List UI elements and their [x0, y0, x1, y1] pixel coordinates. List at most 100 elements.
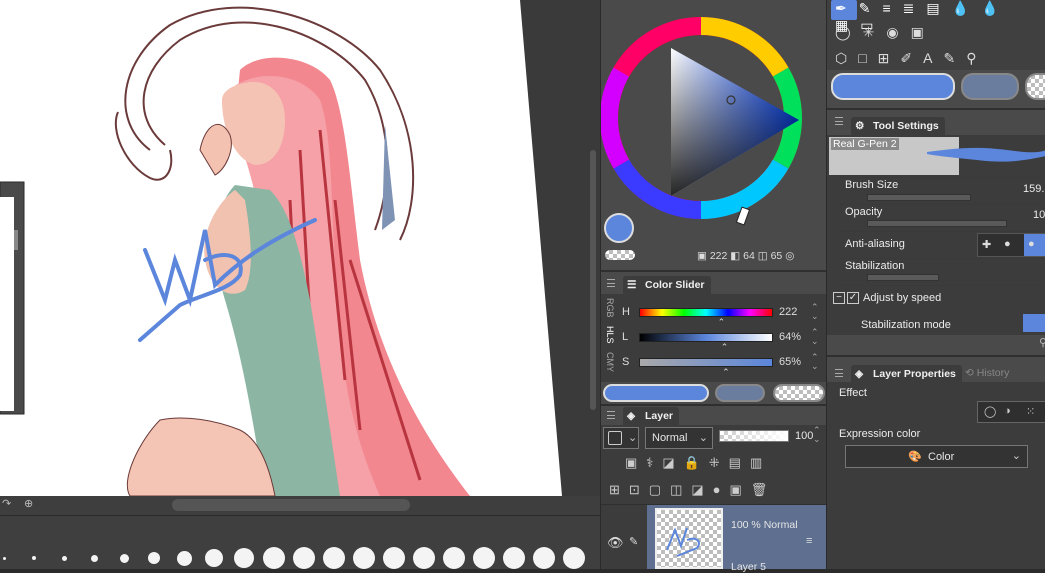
- stabilization-mode-button[interactable]: [1023, 314, 1045, 332]
- antialiasing-options[interactable]: ✚ ● ●: [977, 233, 1045, 257]
- hue-readout: 222: [709, 250, 728, 262]
- opacity-label: Opacity: [845, 206, 883, 218]
- brush-size-dot[interactable]: [176, 550, 192, 566]
- expression-color-label: Expression color: [839, 428, 921, 440]
- color-slider-track[interactable]: [639, 308, 773, 317]
- transparent-color-chip[interactable]: [773, 384, 825, 402]
- slider-stepper[interactable]: ⌃ ⌄: [811, 303, 819, 321]
- effect-label: Effect: [839, 387, 867, 399]
- brush-size-dot[interactable]: [503, 547, 525, 569]
- brush-size-dot[interactable]: [263, 547, 285, 569]
- tab-tool-settings[interactable]: ⚙ Tool Settings: [851, 117, 945, 135]
- layer-row[interactable]: 👁 ✎ 100 % Normal Layer 5 ≡: [601, 505, 827, 573]
- brush-size-dot[interactable]: [61, 555, 67, 561]
- panel-menu-icon[interactable]: [835, 369, 843, 377]
- canvas-horizontal-scrollbar[interactable]: ↷ ⊕: [0, 496, 600, 515]
- tab-layer[interactable]: ◈ Layer: [623, 407, 680, 425]
- brush-size-dot[interactable]: [473, 547, 495, 569]
- slider-knob[interactable]: ⌃: [721, 342, 729, 353]
- brush-size-palette: [0, 515, 600, 569]
- layer-toolbar-row2[interactable]: ⊞⊡▢◫◪●▣🗑: [609, 482, 825, 500]
- slider-value: 64%: [779, 331, 802, 343]
- tab-layer-properties[interactable]: ◈ Layer Properties: [851, 365, 962, 383]
- layer-toolbar-row1[interactable]: ▣⚕◪🔒⁜▤▥: [625, 455, 825, 473]
- opacity-slider[interactable]: [867, 220, 1007, 227]
- layer-menu-icon[interactable]: ≡: [806, 535, 812, 547]
- color-slider-track[interactable]: [639, 358, 773, 367]
- canvas-artwork[interactable]: [0, 0, 600, 515]
- tab-color-slider[interactable]: ☰ Color Slider: [623, 276, 711, 294]
- color-and-layer-column: ▣ 222 ◧ 64 ◫ 65 ◎ ☰ Color Slider RGB HLS…: [600, 0, 827, 573]
- horizontal-scroll-thumb[interactable]: [172, 499, 410, 511]
- brush-size-dot[interactable]: [323, 547, 345, 569]
- brush-size-dot[interactable]: [234, 548, 254, 568]
- layer-opacity-slider[interactable]: [719, 430, 789, 442]
- brush-size-dot[interactable]: [383, 547, 405, 569]
- opacity-stepper[interactable]: ⌃ ⌄: [813, 426, 821, 444]
- brush-size-dot[interactable]: [205, 549, 223, 567]
- sub-color-indicator[interactable]: [961, 73, 1019, 100]
- slider-knob[interactable]: ⌃: [722, 367, 730, 378]
- zoom-reset-icon[interactable]: ⊕: [24, 497, 33, 510]
- sub-color-chip[interactable]: [715, 384, 765, 402]
- brush-size-label: Brush Size: [845, 179, 899, 191]
- wrench-icon[interactable]: ⚲: [1039, 336, 1045, 349]
- transparent-color-swatch[interactable]: [605, 250, 635, 260]
- panel-menu-icon[interactable]: [607, 279, 615, 287]
- brush-size-slider[interactable]: [867, 194, 971, 201]
- color-wheel[interactable]: [601, 0, 827, 268]
- main-color-indicator[interactable]: [831, 73, 955, 100]
- brush-size-dot[interactable]: [119, 553, 129, 563]
- pencil-icon: ✎: [629, 536, 639, 548]
- brush-size-dot[interactable]: [293, 547, 315, 569]
- expression-color-select[interactable]: 🎨 Color ⌄: [845, 445, 1028, 468]
- brush-size-dot[interactable]: [2, 556, 6, 560]
- brush-size-dot[interactable]: [148, 552, 160, 564]
- brush-size-dot[interactable]: [443, 547, 465, 569]
- subtool-row-3[interactable]: ⬡□⊞✐A✎⚲: [835, 50, 987, 67]
- slider-value: 65%: [779, 356, 802, 368]
- antialias-none-icon: ✚: [982, 239, 992, 251]
- layer-color-dropdown[interactable]: ⌄: [603, 427, 639, 449]
- adjust-by-speed-checkbox[interactable]: ✓: [847, 292, 859, 304]
- slider-stepper[interactable]: ⌃ ⌄: [811, 328, 819, 346]
- brush-size-dot[interactable]: [90, 554, 98, 562]
- collapse-toggle[interactable]: −: [833, 292, 845, 304]
- subtool-row-2[interactable]: ◯✳◉▣: [835, 24, 936, 41]
- brush-size-dot[interactable]: [32, 556, 36, 560]
- main-color-chip[interactable]: [603, 384, 709, 402]
- brush-size-dot[interactable]: [413, 547, 435, 569]
- slider-letter: H: [622, 306, 630, 318]
- effect-buttons[interactable]: ◯ ◑ ⁙: [977, 401, 1045, 423]
- color-slider-track[interactable]: [639, 333, 773, 342]
- blend-mode-select[interactable]: Normal ⌄: [645, 427, 713, 449]
- rotate-icon[interactable]: ↷: [2, 497, 11, 510]
- brush-size-dot[interactable]: [533, 547, 555, 569]
- antialiasing-label: Anti-aliasing: [845, 238, 905, 250]
- brush-size-dot[interactable]: [353, 547, 375, 569]
- mode-rgb: RGB: [605, 298, 615, 318]
- screentone-icon: ⁙: [1026, 406, 1036, 418]
- transparent-indicator[interactable]: [1025, 73, 1045, 100]
- panel-menu-icon[interactable]: [607, 411, 615, 419]
- stabilization-mode-label: Stabilization mode: [861, 319, 951, 331]
- mode-hls: HLS: [605, 326, 615, 344]
- stabilization-slider[interactable]: [867, 274, 939, 281]
- color-dots-icon: 🎨: [908, 451, 922, 463]
- tool-column: ✒✎≡≣▤💧💧▦▭ ◯✳◉▣ ⬡□⊞✐A✎⚲ ⚙ Tool Settings R…: [826, 0, 1045, 569]
- opacity-value: 10: [1033, 209, 1045, 221]
- panel-menu-icon[interactable]: [835, 117, 843, 125]
- tab-history[interactable]: ⟲ History: [965, 367, 1009, 379]
- slider-letter: L: [622, 331, 629, 343]
- canvas-area[interactable]: [0, 0, 600, 515]
- brush-size-dot[interactable]: [563, 547, 585, 569]
- main-color-swatch[interactable]: [604, 213, 634, 243]
- settings-icon: ⚙: [855, 120, 865, 132]
- layer-stack-icon: ◈: [627, 410, 636, 422]
- color-mode-tabs[interactable]: RGB HLS CMY: [603, 296, 617, 378]
- slider-knob[interactable]: ⌃: [718, 317, 726, 328]
- eye-icon[interactable]: 👁: [607, 535, 624, 551]
- canvas-vertical-scroll-thumb[interactable]: [590, 150, 596, 410]
- mode-cmy: CMY: [605, 352, 615, 372]
- slider-stepper[interactable]: ⌃ ⌄: [811, 353, 819, 371]
